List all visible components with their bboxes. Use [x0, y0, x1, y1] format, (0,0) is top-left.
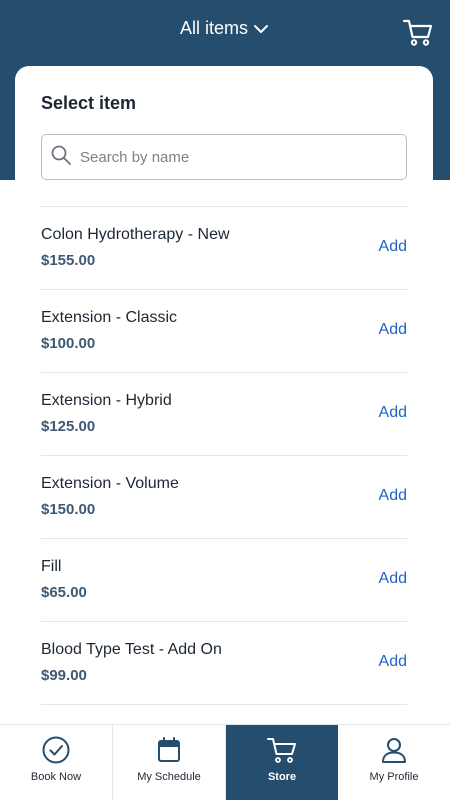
add-button[interactable]: Add: [379, 570, 407, 588]
check-circle-icon: [41, 735, 71, 765]
list-item: Extension - Classic $100.00 Add: [41, 289, 407, 372]
item-name: Extension - Classic: [41, 309, 178, 326]
item-price: $125.00: [41, 418, 96, 435]
tab-label: My Profile: [369, 771, 419, 783]
cart-icon: [266, 735, 298, 765]
item-name: Extension - Hybrid: [41, 392, 172, 409]
tab-store[interactable]: Store: [226, 725, 338, 800]
search-input[interactable]: [78, 147, 378, 167]
search-icon: [50, 144, 72, 171]
calendar-icon: [154, 735, 184, 765]
add-button[interactable]: Add: [379, 404, 407, 422]
add-button[interactable]: Add: [379, 653, 407, 671]
user-icon: [379, 735, 409, 765]
item-price: $100.00: [41, 335, 96, 352]
select-item-card: Select item Colon Hydrotherapy - New $15…: [15, 66, 433, 726]
list-item: Extension - Volume $150.00 Add: [41, 455, 407, 538]
list-item-divider: [41, 704, 407, 726]
add-button[interactable]: Add: [379, 487, 407, 505]
bottom-nav: Book Now My Schedule Store My Profile: [0, 724, 450, 800]
tab-label: My Schedule: [137, 771, 201, 783]
chevron-down-icon: [252, 20, 270, 38]
item-name: Extension - Volume: [41, 475, 179, 492]
item-name: Blood Type Test - Add On: [41, 641, 222, 658]
category-filter-button[interactable]: All items: [180, 18, 270, 39]
cart-icon: [402, 19, 434, 52]
list-item: Colon Hydrotherapy - New $155.00 Add: [41, 206, 407, 289]
tab-label: Store: [267, 771, 297, 783]
item-name: Fill: [41, 558, 62, 575]
tab-my-schedule[interactable]: My Schedule: [113, 725, 226, 800]
top-bar: All items: [0, 0, 450, 64]
tab-my-profile[interactable]: My Profile: [338, 725, 450, 800]
search-box: [41, 134, 407, 180]
item-price: $99.00: [41, 667, 87, 684]
item-price: $155.00: [41, 252, 96, 269]
add-button[interactable]: Add: [379, 321, 407, 339]
list-item: Blood Type Test - Add On $99.00 Add: [41, 621, 407, 704]
add-button[interactable]: Add: [379, 238, 407, 256]
card-title: Select item: [41, 93, 137, 113]
list-item: Fill $65.00 Add: [41, 538, 407, 621]
category-filter-label: All items: [179, 18, 249, 38]
cart-button[interactable]: [402, 16, 434, 48]
item-price: $65.00: [41, 584, 87, 601]
tab-label: Book Now: [30, 771, 82, 783]
list-item: Extension - Hybrid $125.00 Add: [41, 372, 407, 455]
item-price: $150.00: [41, 501, 96, 518]
tab-book-now[interactable]: Book Now: [0, 725, 113, 800]
item-name: Colon Hydrotherapy - New: [41, 226, 230, 243]
item-list: Colon Hydrotherapy - New $155.00 Add Ext…: [41, 206, 407, 726]
